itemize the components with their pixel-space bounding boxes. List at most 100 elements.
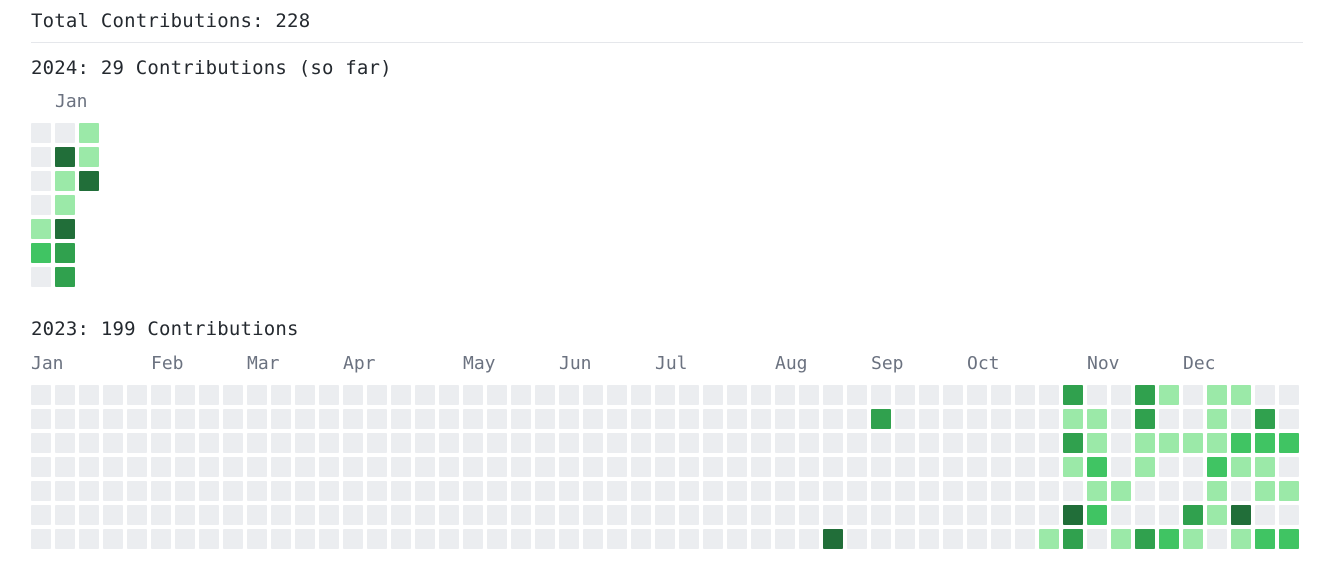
contribution-cell[interactable] [679, 385, 699, 405]
contribution-cell[interactable] [535, 481, 555, 501]
contribution-cell[interactable] [1183, 529, 1203, 549]
contribution-cell[interactable] [1159, 481, 1179, 501]
contribution-cell[interactable] [727, 505, 747, 525]
contribution-cell[interactable] [367, 481, 387, 501]
contribution-cell[interactable] [343, 409, 363, 429]
contribution-cell[interactable] [775, 433, 795, 453]
contribution-cell[interactable] [1207, 529, 1227, 549]
contribution-cell[interactable] [271, 433, 291, 453]
contribution-cell[interactable] [439, 457, 459, 477]
contribution-cell[interactable] [223, 433, 243, 453]
contribution-cell[interactable] [919, 433, 939, 453]
contribution-cell[interactable] [175, 457, 195, 477]
contribution-cell[interactable] [391, 457, 411, 477]
contribution-cell[interactable] [319, 529, 339, 549]
contribution-cell[interactable] [175, 529, 195, 549]
contribution-cell[interactable] [1159, 529, 1179, 549]
contribution-cell[interactable] [487, 529, 507, 549]
contribution-cell[interactable] [1015, 433, 1035, 453]
contribution-cell[interactable] [823, 481, 843, 501]
contribution-cell[interactable] [55, 171, 75, 191]
contribution-cell[interactable] [151, 505, 171, 525]
contribution-cell[interactable] [1207, 385, 1227, 405]
contribution-cell[interactable] [1135, 481, 1155, 501]
contribution-cell[interactable] [751, 529, 771, 549]
contribution-cell[interactable] [487, 505, 507, 525]
contribution-cell[interactable] [535, 505, 555, 525]
contribution-cell[interactable] [247, 481, 267, 501]
contribution-cell[interactable] [1255, 481, 1275, 501]
contribution-cell[interactable] [199, 457, 219, 477]
contribution-cell[interactable] [607, 529, 627, 549]
contribution-cell[interactable] [727, 481, 747, 501]
contribution-cell[interactable] [55, 505, 75, 525]
contribution-cell[interactable] [199, 409, 219, 429]
contribution-cell[interactable] [295, 385, 315, 405]
contribution-cell[interactable] [583, 529, 603, 549]
contribution-cell[interactable] [535, 409, 555, 429]
contribution-cell[interactable] [967, 409, 987, 429]
contribution-cell[interactable] [1183, 385, 1203, 405]
contribution-cell[interactable] [1063, 433, 1083, 453]
contribution-cell[interactable] [559, 457, 579, 477]
contribution-cell[interactable] [703, 529, 723, 549]
contribution-cell[interactable] [1231, 409, 1251, 429]
contribution-cell[interactable] [967, 505, 987, 525]
contribution-cell[interactable] [1063, 481, 1083, 501]
contribution-cell[interactable] [319, 409, 339, 429]
contribution-cell[interactable] [367, 529, 387, 549]
contribution-cell[interactable] [1063, 505, 1083, 525]
contribution-cell[interactable] [823, 385, 843, 405]
contribution-cell[interactable] [799, 409, 819, 429]
contribution-cell[interactable] [943, 409, 963, 429]
contribution-cell[interactable] [1183, 409, 1203, 429]
contribution-cell[interactable] [511, 409, 531, 429]
contribution-cell[interactable] [175, 433, 195, 453]
contribution-cell[interactable] [631, 505, 651, 525]
contribution-cell[interactable] [559, 529, 579, 549]
contribution-cell[interactable] [1255, 505, 1275, 525]
contribution-cell[interactable] [175, 481, 195, 501]
contribution-cell[interactable] [1135, 457, 1155, 477]
contribution-cell[interactable] [799, 457, 819, 477]
contribution-cell[interactable] [367, 385, 387, 405]
contribution-cell[interactable] [55, 409, 75, 429]
contribution-cell[interactable] [1255, 385, 1275, 405]
contribution-cell[interactable] [511, 433, 531, 453]
contribution-cell[interactable] [55, 147, 75, 167]
contribution-cell[interactable] [775, 481, 795, 501]
contribution-cell[interactable] [1135, 433, 1155, 453]
contribution-cell[interactable] [967, 433, 987, 453]
contribution-cell[interactable] [55, 195, 75, 215]
contribution-cell[interactable] [319, 457, 339, 477]
contribution-cell[interactable] [439, 529, 459, 549]
contribution-cell[interactable] [31, 385, 51, 405]
contribution-cell[interactable] [871, 409, 891, 429]
contribution-cell[interactable] [1207, 433, 1227, 453]
contribution-cell[interactable] [1159, 505, 1179, 525]
contribution-cell[interactable] [31, 171, 51, 191]
contribution-cell[interactable] [31, 457, 51, 477]
contribution-cell[interactable] [391, 385, 411, 405]
contribution-cell[interactable] [319, 433, 339, 453]
contribution-cell[interactable] [79, 123, 99, 143]
contribution-cell[interactable] [703, 409, 723, 429]
contribution-cell[interactable] [919, 385, 939, 405]
contribution-cell[interactable] [127, 409, 147, 429]
contribution-cell[interactable] [1159, 409, 1179, 429]
contribution-cell[interactable] [1159, 385, 1179, 405]
contribution-cell[interactable] [1279, 385, 1299, 405]
contribution-cell[interactable] [1279, 481, 1299, 501]
contribution-cell[interactable] [799, 385, 819, 405]
contribution-cell[interactable] [751, 457, 771, 477]
contribution-cell[interactable] [247, 433, 267, 453]
contribution-cell[interactable] [751, 481, 771, 501]
contribution-cell[interactable] [271, 385, 291, 405]
contribution-cell[interactable] [31, 195, 51, 215]
contribution-cell[interactable] [607, 385, 627, 405]
contribution-cell[interactable] [631, 385, 651, 405]
contribution-cell[interactable] [55, 243, 75, 263]
contribution-cell[interactable] [127, 385, 147, 405]
contribution-cell[interactable] [463, 409, 483, 429]
contribution-cell[interactable] [895, 457, 915, 477]
